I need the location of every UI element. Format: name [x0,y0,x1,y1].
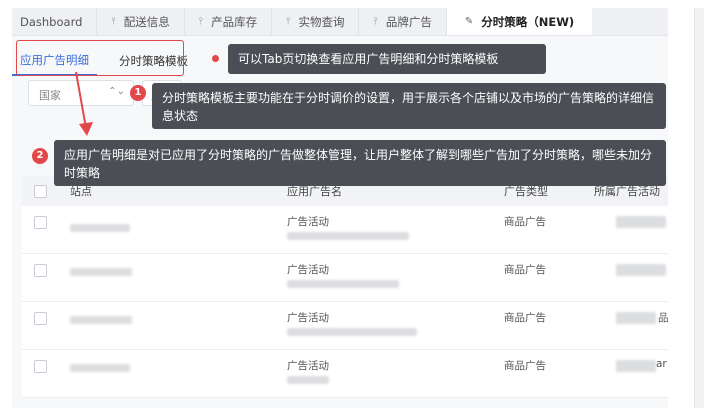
pin-icon: ✎ [464,16,474,27]
redacted-ad-name [287,280,399,288]
callout-tab-hint: 可以Tab页切换查看应用广告明细和分时策略模板 [228,44,546,74]
annotation-badge-1: 1 [130,85,146,101]
tab-label: 产品库存 [211,14,258,29]
redacted-activity [616,312,656,324]
tab-physical-query[interactable]: ⫯ 实物查询 [272,8,360,35]
pin-icon: ⫯ [198,16,204,27]
tab-label: 分时策略（NEW) [481,14,575,29]
tab-time-strategy[interactable]: ✎ 分时策略（NEW) [446,8,593,35]
redacted-site [70,364,130,372]
pin-icon: ⫯ [111,16,116,27]
redacted-activity [616,264,666,276]
tab-label: 品牌广告 [385,14,432,29]
redacted-ad-name [287,328,417,336]
row-checkbox[interactable] [34,360,47,373]
callout-applied-ads: 应用广告明细是对已应用了分时策略的广告做整体管理，让用户整体了解到哪些广告加了分… [54,140,666,186]
redacted-activity [616,216,666,228]
tab-product-inventory[interactable]: ⫯ 产品库存 [185,8,273,35]
country-placeholder: 国家 [39,89,61,102]
table-row[interactable]: 广告活动 商品广告 品 [22,302,669,350]
redacted-site [70,316,132,324]
redacted-ad-name [287,376,329,384]
row-checkbox[interactable] [34,312,47,325]
redacted-site [70,268,132,276]
callout-strategy-template: 分时策略模板主要功能在于分时调价的设置，用于展示各个店铺以及市场的广告策略的详细… [152,83,666,129]
scrollbar[interactable] [694,8,704,408]
ad-type-cell: 商品广告 [504,360,546,372]
tab-label: 配送信息 [123,14,170,29]
tab-label: Dashboard [20,14,83,29]
table-row[interactable]: 广告活动 商品广告 [22,206,668,254]
ad-name-cell: 广告活动 [287,216,329,228]
activity-suffix: 品 [658,312,669,324]
tab-label: 实物查询 [298,14,345,29]
ad-type-cell: 商品广告 [504,264,546,276]
tab-dashboard[interactable]: Dashboard [12,8,98,35]
pin-icon: ⫯ [286,16,291,27]
top-tab-bar: Dashboard ⫯ 配送信息 ⫯ 产品库存 ⫯ 实物查询 ⫯ 品牌广告 ✎ … [12,8,668,36]
select-all-checkbox[interactable] [34,185,47,198]
row-checkbox[interactable] [34,264,47,277]
redacted-activity [616,360,656,372]
redacted-site [70,224,130,232]
table-row[interactable]: 广告活动 商品广告 [22,254,668,302]
pin-icon: ⫯ [373,16,378,27]
ad-name-cell: 广告活动 [287,264,329,276]
table-row[interactable]: 广告活动 商品广告 ar [22,350,668,398]
tab-brand-ads[interactable]: ⫯ 品牌广告 [359,8,447,35]
ad-name-cell: 广告活动 [287,312,329,324]
ad-type-cell: 商品广告 [504,216,546,228]
activity-suffix: ar [656,358,667,370]
annotation-badge-2: 2 [32,148,48,164]
tab-delivery-info[interactable]: ⫯ 配送信息 [97,8,185,35]
annotation-arrow [75,71,93,136]
ad-name-cell: 广告活动 [287,360,329,372]
applied-ads-table: 站点 应用广告名 广告类型 所属广告活动 广告活动 商品广告 广告活动 商品广告… [22,176,669,398]
row-checkbox[interactable] [34,216,47,229]
annotation-dot [212,55,219,62]
annotation-highlight-box [16,40,184,76]
ad-type-cell: 商品广告 [504,312,546,324]
chevron-updown-icon: ⌃⌄ [108,86,125,97]
redacted-ad-name [287,232,409,240]
